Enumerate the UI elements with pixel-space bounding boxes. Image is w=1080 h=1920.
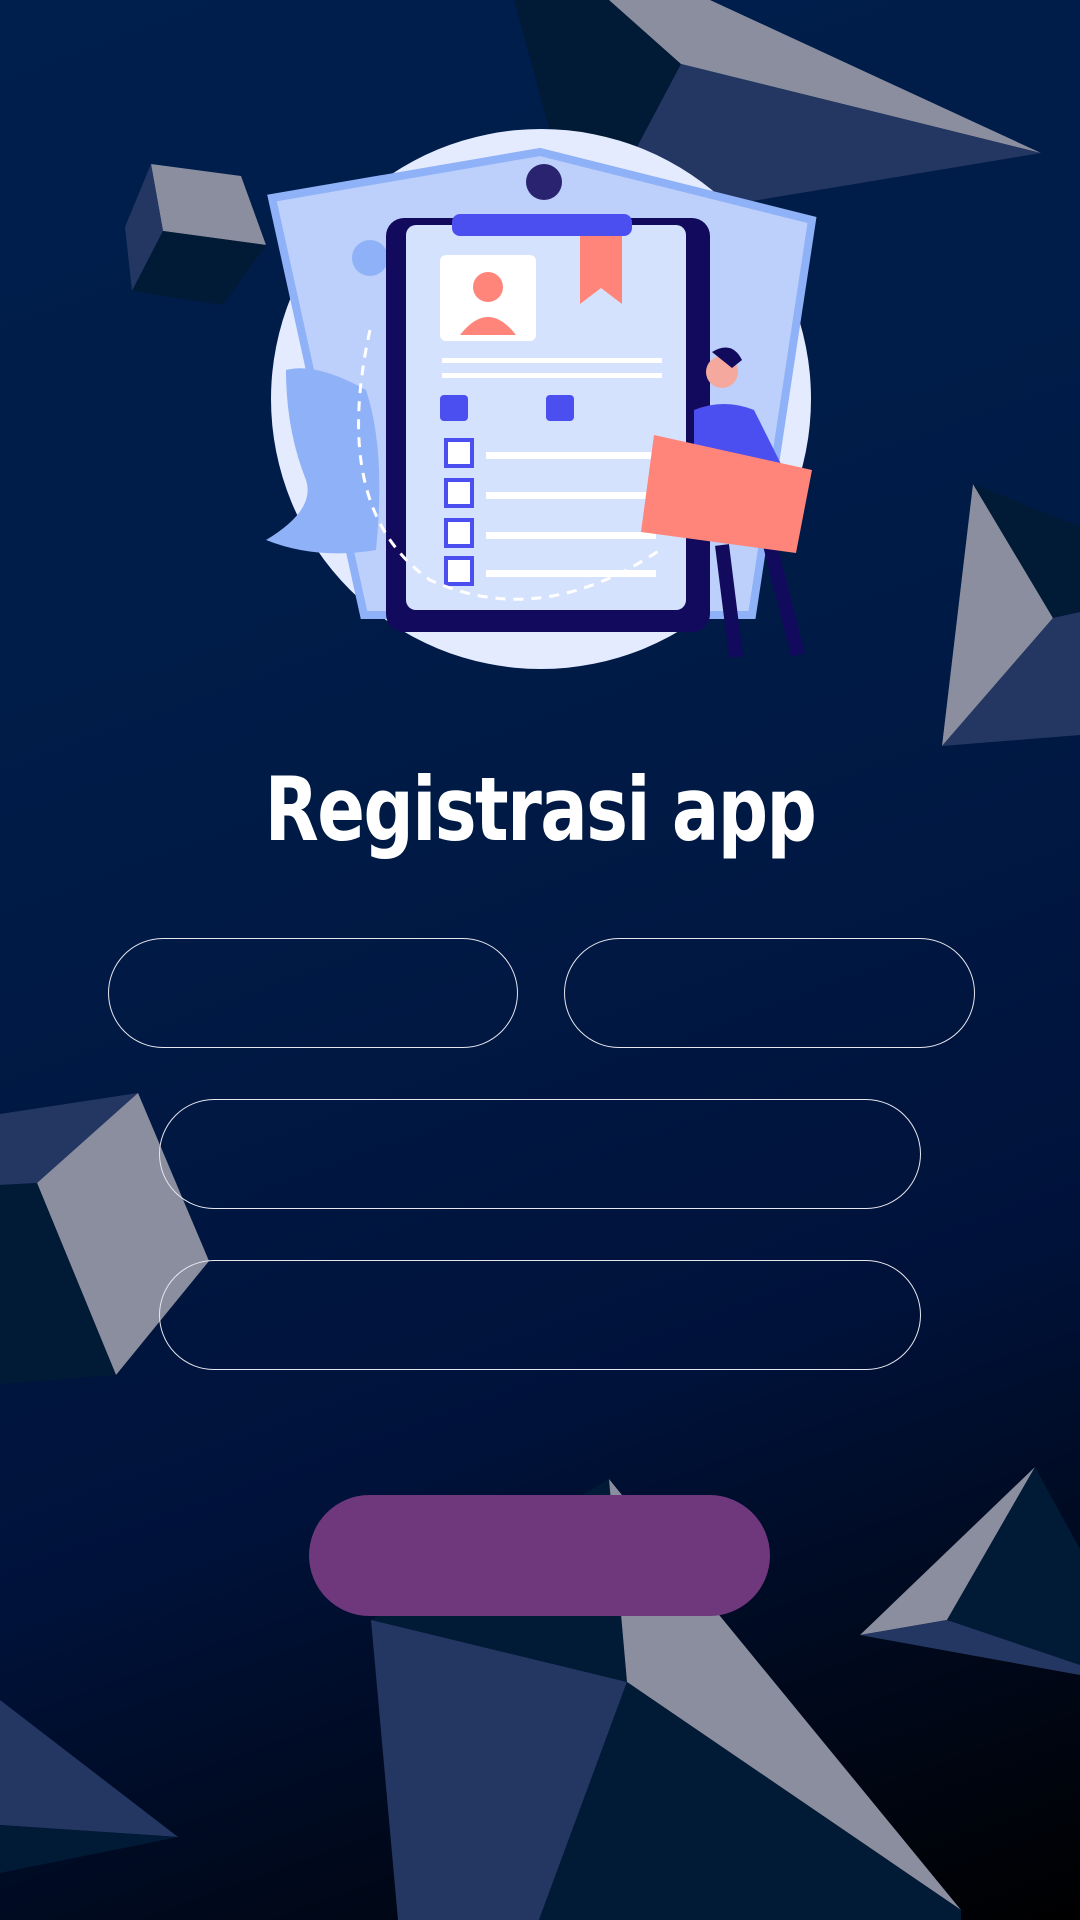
input-field-4[interactable] bbox=[159, 1260, 921, 1370]
submit-button[interactable] bbox=[309, 1495, 770, 1616]
input-field-1[interactable] bbox=[108, 938, 518, 1048]
shape-bottom-right bbox=[860, 1467, 1080, 1675]
shape-bottom-left bbox=[0, 1700, 178, 1873]
input-field-2[interactable] bbox=[564, 938, 975, 1048]
clipboard-illustration bbox=[266, 129, 817, 669]
page-title: Registrasi app bbox=[264, 758, 817, 861]
input-field-3[interactable] bbox=[159, 1099, 921, 1209]
